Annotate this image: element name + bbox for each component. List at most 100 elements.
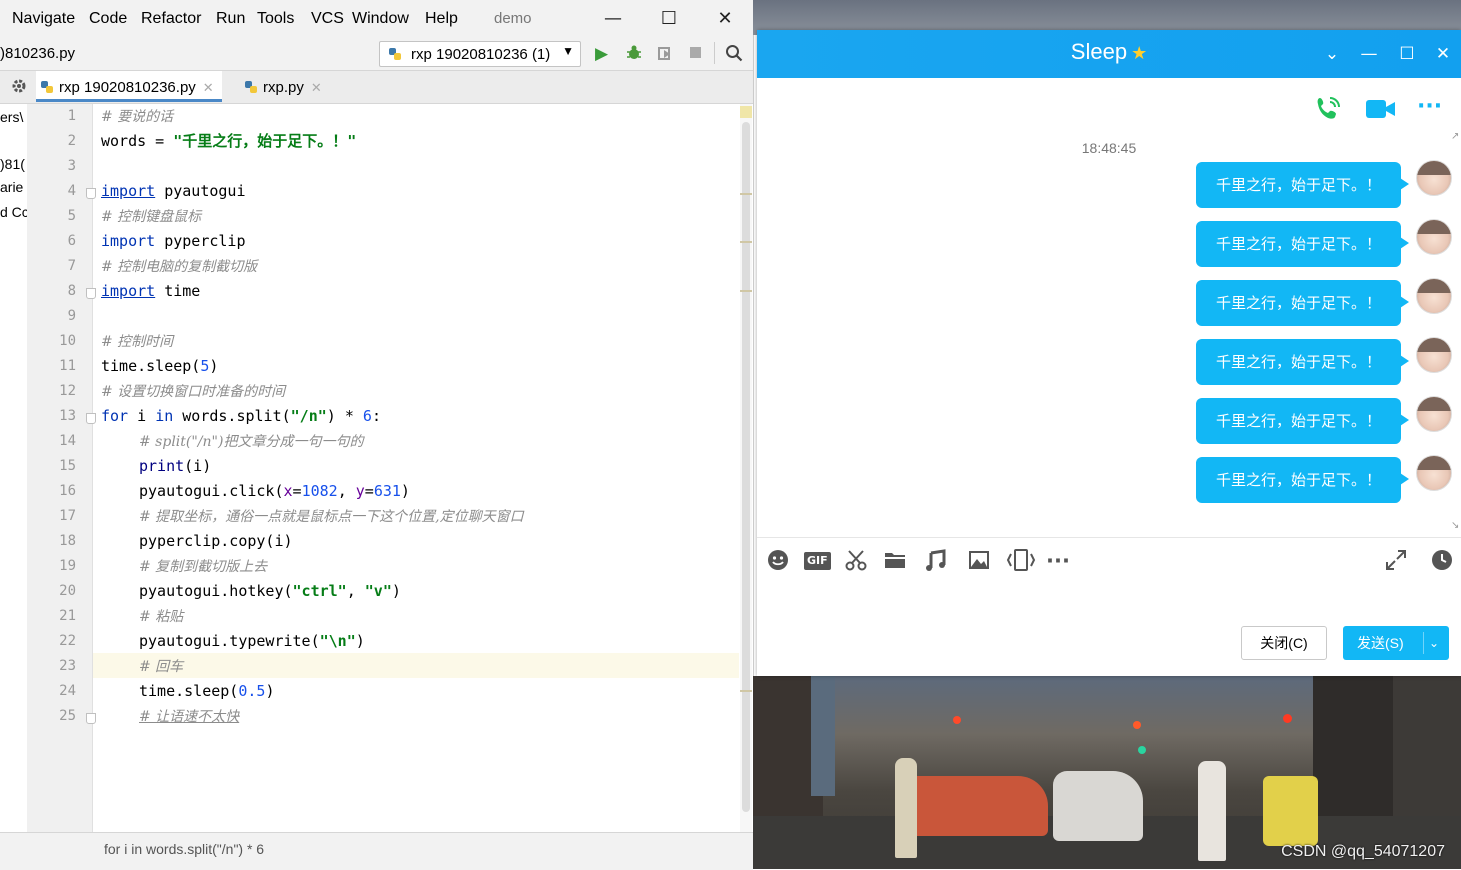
error-stripe-mark[interactable] (740, 193, 752, 195)
line-number: 18 (59, 533, 76, 549)
chevron-down-icon[interactable]: ⌄ (1320, 42, 1344, 66)
image-icon[interactable] (967, 548, 991, 578)
tab-rxp[interactable]: rxp.py ✕ (240, 71, 326, 102)
avatar[interactable] (1416, 455, 1452, 491)
close-button[interactable]: ✕ (702, 6, 748, 32)
search-icon[interactable] (725, 44, 743, 67)
chat-header[interactable]: Sleep ★ ⌄ — ☐ ✕ (757, 30, 1461, 78)
desktop-wallpaper-photo: CSDN @qq_54071207 (753, 676, 1461, 869)
project-tree-item[interactable]: d Cc (0, 204, 27, 220)
code-line: # 控制电脑的复制截切版 (101, 259, 258, 275)
avatar[interactable] (1416, 278, 1452, 314)
debug-icon[interactable] (625, 44, 643, 67)
folder-icon[interactable] (883, 548, 907, 578)
line-number: 17 (59, 508, 76, 524)
run-config-select[interactable]: rxp 19020810236 (1) ▼ (379, 41, 581, 67)
error-stripe-mark[interactable] (740, 290, 752, 292)
breadcrumb-file[interactable]: )810236.py (0, 45, 75, 62)
python-file-icon (389, 48, 401, 60)
code-line: # 要说的话 (101, 109, 174, 125)
screen-shake-icon[interactable] (1006, 548, 1036, 578)
line-number: 4 (67, 183, 76, 199)
menu-window[interactable]: Window (352, 10, 409, 28)
avatar[interactable] (1416, 160, 1452, 196)
minimize-button[interactable]: — (1357, 42, 1381, 66)
menu-run[interactable]: Run (216, 10, 245, 28)
send-button[interactable]: 发送(S) ⌄ (1343, 626, 1449, 660)
expand-input-icon[interactable] (1384, 548, 1408, 578)
line-number: 23 (59, 658, 76, 674)
code-editor[interactable]: # 要说的话 words = "千里之行，始于足下。！" import pyau… (93, 104, 740, 832)
message-bubble[interactable]: 千里之行，始于足下。！ (1196, 162, 1409, 208)
history-clock-icon[interactable] (1430, 548, 1454, 578)
code-line: # 提取坐标，通俗一点就是鼠标点一下这个位置,定位聊天窗口 (139, 509, 524, 525)
project-tree-item[interactable]: arie (0, 179, 23, 195)
menu-navigate[interactable]: Navigate (12, 10, 75, 28)
more-tools-icon[interactable]: ··· (1046, 548, 1070, 574)
collapse-arrow-icon[interactable]: ↘ (1451, 520, 1459, 531)
video-call-icon[interactable] (1365, 97, 1397, 125)
code-line: import pyperclip (101, 232, 246, 250)
project-panel-strip[interactable]: ers\ )81( arie d Cc (0, 104, 28, 834)
code-line: # 粘贴 (139, 609, 184, 625)
avatar[interactable] (1416, 337, 1452, 373)
avatar[interactable] (1416, 396, 1452, 432)
run-icon[interactable]: ▶ (595, 44, 608, 64)
tab-rxp-19020810236[interactable]: rxp 19020810236.py ✕ (36, 71, 222, 102)
code-line: # 回车 (139, 659, 184, 675)
message-bubble[interactable]: 千里之行，始于足下。！ (1196, 339, 1409, 385)
editor-scrollbar[interactable] (740, 104, 752, 832)
line-number: 14 (59, 433, 76, 449)
stop-icon[interactable] (689, 44, 703, 64)
line-number: 25 (59, 708, 76, 724)
menu-tools[interactable]: Tools (257, 10, 294, 28)
close-tab-icon[interactable]: ✕ (311, 80, 322, 95)
message-bubble[interactable]: 千里之行，始于足下。！ (1196, 457, 1409, 503)
music-icon[interactable] (924, 548, 948, 578)
line-number: 8 (67, 283, 76, 299)
line-number: 11 (59, 358, 76, 374)
line-number: 15 (59, 458, 76, 474)
close-chat-button[interactable]: 关闭(C) (1241, 626, 1327, 660)
error-stripe-mark[interactable] (740, 690, 752, 692)
gif-icon[interactable]: GIF (804, 552, 831, 570)
close-button[interactable]: ✕ (1431, 42, 1455, 66)
breadcrumb-context[interactable]: for i in words.split("/n") * 6 (104, 841, 264, 857)
menu-bar: Navigate Code Refactor Run Tools VCS Win… (0, 0, 753, 38)
inspection-indicator[interactable] (740, 106, 752, 118)
message-bubble[interactable]: 千里之行，始于足下。！ (1196, 280, 1409, 326)
code-line: import pyautogui (101, 182, 246, 200)
menu-vcs[interactable]: VCS (311, 10, 344, 28)
avatar[interactable] (1416, 219, 1452, 255)
line-number: 22 (59, 633, 76, 649)
code-line: pyperclip.copy(i) (139, 532, 293, 550)
maximize-button[interactable]: ☐ (646, 6, 692, 32)
maximize-button[interactable]: ☐ (1395, 42, 1419, 66)
menu-code[interactable]: Code (89, 10, 127, 28)
scissors-icon[interactable] (844, 548, 868, 578)
more-options-icon[interactable]: ··· (1417, 94, 1442, 122)
phone-call-icon[interactable] (1313, 94, 1343, 122)
star-icon: ★ (1131, 43, 1148, 63)
code-line: words = "千里之行，始于足下。！" (101, 132, 357, 150)
error-stripe-mark[interactable] (740, 241, 752, 243)
code-line: pyautogui.hotkey("ctrl", "v") (139, 582, 401, 600)
menu-refactor[interactable]: Refactor (141, 10, 201, 28)
project-tree-item[interactable]: )81( (0, 156, 25, 172)
coverage-icon[interactable] (656, 44, 674, 67)
message-bubble[interactable]: 千里之行，始于足下。！ (1196, 221, 1409, 267)
line-number: 1 (67, 108, 76, 124)
message-bubble[interactable]: 千里之行，始于足下。！ (1196, 398, 1409, 444)
scrollbar-thumb[interactable] (742, 122, 750, 812)
menu-help[interactable]: Help (425, 10, 458, 28)
gear-icon[interactable] (11, 78, 27, 98)
code-line: # split("/n")把文章分成一句一句的 (139, 434, 364, 450)
minimize-button[interactable]: — (590, 6, 636, 32)
line-number: 3 (67, 158, 76, 174)
emoji-icon[interactable] (766, 548, 790, 578)
close-tab-icon[interactable]: ✕ (203, 80, 214, 95)
editor-tab-bar: rxp 19020810236.py ✕ rxp.py ✕ (0, 71, 753, 104)
project-tree-item[interactable]: ers\ (0, 109, 23, 125)
chevron-down-icon[interactable]: ⌄ (1429, 626, 1439, 660)
run-config-label: rxp 19020810236 (1) (411, 46, 551, 63)
